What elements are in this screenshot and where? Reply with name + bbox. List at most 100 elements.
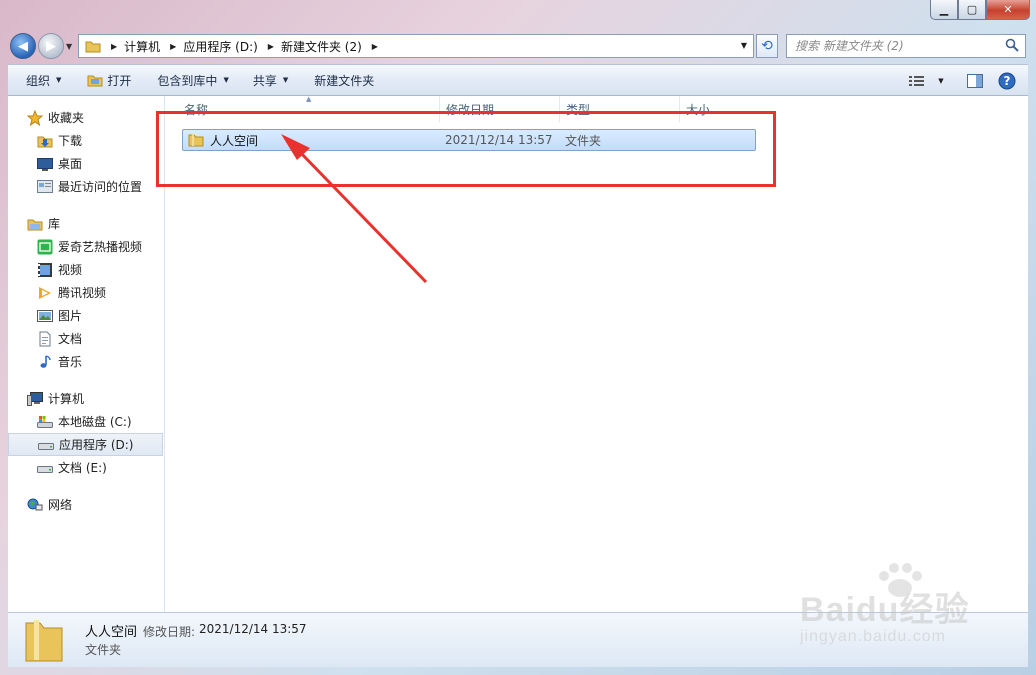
column-header-size[interactable]: 大小 xyxy=(680,96,770,122)
chevron-down-icon: ▼ xyxy=(223,76,229,84)
favorites-group: 收藏夹 下载 桌面 最近访问的位置 xyxy=(8,106,164,198)
sidebar-item-label: 文档 (E:) xyxy=(58,461,107,475)
view-dropdown-button[interactable]: ▼ xyxy=(934,69,948,93)
search-box[interactable] xyxy=(786,34,1026,58)
close-icon: ✕ xyxy=(1003,3,1013,16)
breadcrumb-computer[interactable]: 计算机 xyxy=(124,38,160,55)
sidebar-item-libraries[interactable]: 库 xyxy=(8,212,164,235)
sidebar-item-computer[interactable]: 计算机 xyxy=(8,387,164,410)
sidebar-item-label: 库 xyxy=(48,217,61,231)
details-type: 文件夹 xyxy=(85,643,122,657)
address-dropdown-icon[interactable]: ▼ xyxy=(741,41,747,50)
sidebar-item-recent-places[interactable]: 最近访问的位置 xyxy=(8,175,164,198)
open-label: 打开 xyxy=(107,73,132,88)
column-header-name[interactable]: 名称 ▲ xyxy=(166,95,440,122)
details-pane: 人人空间 修改日期: 2021/12/14 13:57 文件夹 xyxy=(8,612,1028,667)
network-group: 网络 xyxy=(8,493,164,516)
address-bar[interactable]: ▶ 计算机 ▶ 应用程序 (D:) ▶ 新建文件夹 (2) ▶ ▼ xyxy=(78,34,754,58)
change-view-button[interactable] xyxy=(904,69,930,93)
breadcrumb-separator[interactable]: ▶ xyxy=(170,42,176,51)
new-folder-label: 新建文件夹 xyxy=(314,73,375,88)
breadcrumb-current-folder[interactable]: 新建文件夹 (2) xyxy=(281,38,362,55)
folder-large-icon xyxy=(25,620,63,662)
chevron-down-icon: ▼ xyxy=(56,76,62,84)
history-dropdown[interactable]: ▼ xyxy=(66,42,72,51)
sidebar-item-videos[interactable]: 视频 xyxy=(8,258,164,281)
share-button[interactable]: 共享 ▼ xyxy=(243,68,298,92)
sidebar-item-pictures[interactable]: 图片 xyxy=(8,304,164,327)
sidebar-item-desktop[interactable]: 桌面 xyxy=(8,152,164,175)
column-header-label: 修改日期 xyxy=(446,102,495,117)
sidebar-item-drive-d[interactable]: 应用程序 (D:) xyxy=(8,433,163,456)
column-header-type[interactable]: 类型 xyxy=(560,96,680,122)
refresh-icon: ⟲ xyxy=(761,38,773,54)
minimize-button[interactable]: ▁ xyxy=(930,0,958,20)
sidebar-item-label: 本地磁盘 (C:) xyxy=(58,415,132,429)
chevron-down-icon: ▼ xyxy=(282,76,289,84)
open-button[interactable]: 打开 xyxy=(77,68,141,92)
star-icon xyxy=(27,109,43,126)
forward-button[interactable]: ▶ xyxy=(38,33,64,59)
recent-places-icon xyxy=(37,179,53,195)
sidebar-item-label: 最近访问的位置 xyxy=(58,180,143,194)
maximize-icon: ▢ xyxy=(966,3,978,16)
file-row[interactable]: 人人空间 2021/12/14 13:57 文件夹 xyxy=(182,129,756,151)
view-list-icon xyxy=(909,76,924,86)
preview-pane-button[interactable] xyxy=(962,69,988,93)
sidebar-item-music[interactable]: 音乐 xyxy=(8,350,164,373)
organize-label: 组织 xyxy=(26,73,51,88)
breadcrumb-separator: ▶ xyxy=(111,41,118,51)
sidebar-item-downloads[interactable]: 下载 xyxy=(8,129,164,152)
back-button[interactable]: ◀ xyxy=(10,33,36,59)
view-controls: ▼ ? xyxy=(900,69,1020,93)
sort-ascending-icon: ▲ xyxy=(306,95,312,103)
navigation-pane: 收藏夹 下载 桌面 最近访问的位置 库 爱奇艺热播视频 视频 腾讯视频 图片 文… xyxy=(8,96,165,612)
sidebar-item-label: 计算机 xyxy=(48,392,85,406)
breadcrumb-separator[interactable]: ▶ xyxy=(372,42,378,51)
sidebar-item-network[interactable]: 网络 xyxy=(8,493,164,516)
back-arrow-icon: ◀ xyxy=(18,38,28,54)
column-headers: 名称 ▲ 修改日期 类型 大小 xyxy=(166,95,1028,122)
minimize-icon: ▁ xyxy=(939,3,949,16)
refresh-button[interactable]: ⟲ xyxy=(756,34,778,58)
file-name-cell: 人人空间 xyxy=(183,132,445,149)
window-controls: ▁ ▢ ✕ xyxy=(930,0,1030,20)
folder-icon xyxy=(85,41,101,53)
video-icon xyxy=(37,262,53,278)
sidebar-item-label: 视频 xyxy=(58,263,83,277)
open-folder-icon xyxy=(87,75,103,87)
library-icon xyxy=(27,216,43,232)
sidebar-item-favorites[interactable]: 收藏夹 xyxy=(8,106,164,129)
column-header-label: 类型 xyxy=(566,102,591,117)
include-library-label: 包含到库中 xyxy=(157,73,218,88)
help-icon: ? xyxy=(998,72,1016,90)
details-modified-label: 修改日期: xyxy=(143,625,196,639)
sidebar-item-drive-e[interactable]: 文档 (E:) xyxy=(8,456,164,479)
breadcrumb-drive-d[interactable]: 应用程序 (D:) xyxy=(183,38,257,55)
file-modified: 2021/12/14 13:57 xyxy=(445,133,553,147)
column-header-label: 大小 xyxy=(686,102,711,117)
sidebar-item-tencent-video[interactable]: 腾讯视频 xyxy=(8,281,164,304)
include-library-button[interactable]: 包含到库中 ▼ xyxy=(147,68,238,92)
close-button[interactable]: ✕ xyxy=(986,0,1030,20)
sidebar-item-documents[interactable]: 文档 xyxy=(8,327,164,350)
sidebar-item-label: 腾讯视频 xyxy=(58,286,107,300)
search-input[interactable] xyxy=(795,39,995,53)
network-icon xyxy=(27,497,43,513)
search-icon[interactable] xyxy=(1005,38,1019,52)
column-header-modified[interactable]: 修改日期 xyxy=(440,96,560,122)
sidebar-item-drive-c[interactable]: 本地磁盘 (C:) xyxy=(8,410,164,433)
iqiyi-icon xyxy=(37,239,53,255)
help-button[interactable]: ? xyxy=(994,69,1020,93)
folder-icon xyxy=(188,134,204,147)
maximize-button[interactable]: ▢ xyxy=(958,0,986,20)
column-header-label: 名称 xyxy=(184,102,209,117)
main-area: 收藏夹 下载 桌面 最近访问的位置 库 爱奇艺热播视频 视频 腾讯视频 图片 文… xyxy=(8,95,1028,612)
sidebar-item-iqiyi-videos[interactable]: 爱奇艺热播视频 xyxy=(8,235,164,258)
breadcrumb-separator[interactable]: ▶ xyxy=(268,42,274,51)
file-list-pane: 名称 ▲ 修改日期 类型 大小 人人空间 2021/12/14 13:57 文件… xyxy=(166,95,1028,612)
details-modified-value: 2021/12/14 13:57 xyxy=(199,622,307,636)
organize-button[interactable]: 组织 ▼ xyxy=(8,68,71,92)
new-folder-button[interactable]: 新建文件夹 xyxy=(304,68,384,92)
music-note-icon xyxy=(37,354,53,370)
